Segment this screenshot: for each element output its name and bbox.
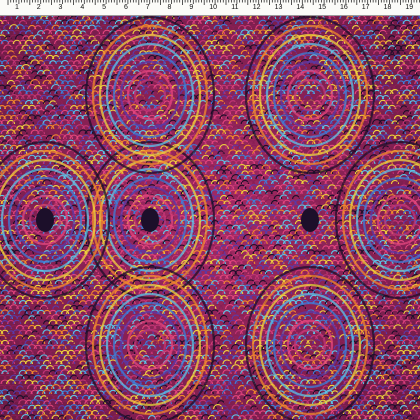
ruler-label: 13 [274,4,283,11]
fabric-swatch: 1 2 3 4 5 6 7 8 9 10 11 12 13 14 15 16 17 18 19 [0,0,420,420]
ruler-label: 14 [296,4,305,11]
ruler-label: 8 [167,4,172,11]
ruler-label: 3 [58,4,63,11]
ruler-label: 6 [123,4,128,11]
ruler-label: 2 [36,4,41,11]
ruler-label: 9 [189,4,194,11]
ruler-label: 18 [383,4,392,11]
ruler-label: 15 [318,4,326,11]
ruler-label: 11 [231,4,239,11]
measurement-ruler: 1 2 3 4 5 6 7 8 9 10 11 12 13 14 15 16 17 18 19 [0,0,420,16]
ruler-label: 19 [405,4,414,11]
ruler-label: 4 [80,4,85,11]
ruler-label: 16 [339,4,348,11]
pattern-canvas [0,15,420,420]
ruler-label: 17 [361,4,370,11]
ruler-label: 7 [145,4,150,11]
ruler-label: 5 [102,4,107,11]
ruler-label: 1 [14,4,19,11]
marbled-pattern-image [0,15,420,420]
ruler-label: 10 [209,4,217,11]
ruler-label: 12 [252,4,261,11]
